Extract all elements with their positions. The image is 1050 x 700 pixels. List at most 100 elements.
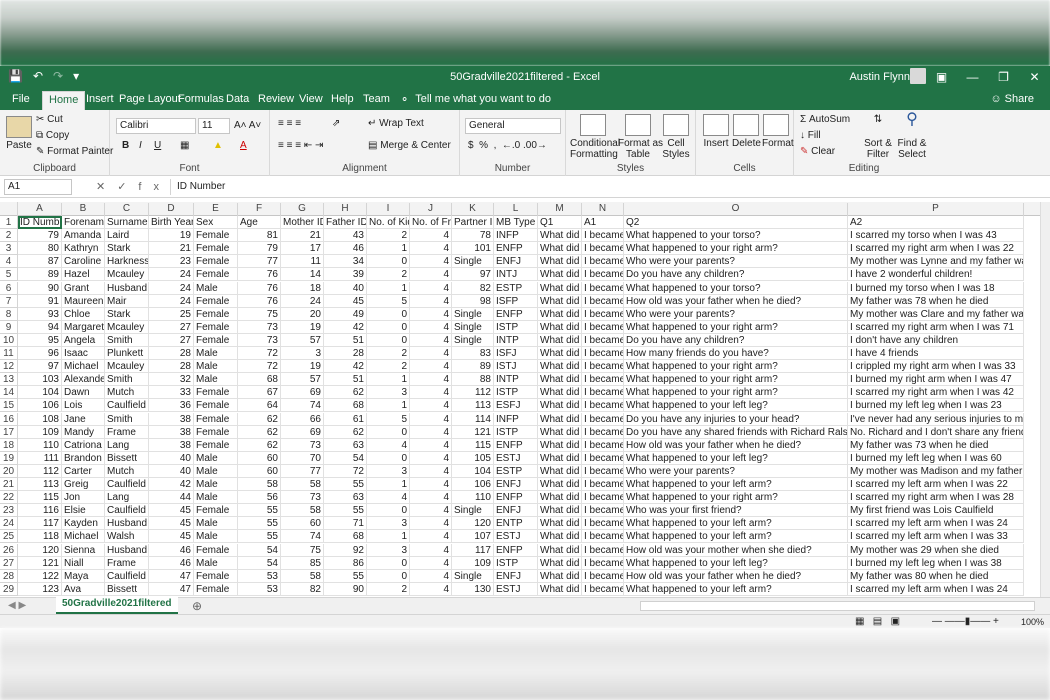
row-header[interactable]: 17 <box>0 425 18 439</box>
cell[interactable]: Jane <box>62 412 105 426</box>
fill-button[interactable]: ↓ Fill <box>800 130 821 141</box>
cell[interactable]: What happened to your right arm? <box>624 360 848 374</box>
cell[interactable]: ENFP <box>494 543 538 557</box>
cell[interactable]: 87 <box>18 255 62 269</box>
cell[interactable]: Birth Year <box>149 216 194 229</box>
row-header[interactable]: 16 <box>0 412 18 426</box>
cell[interactable]: Q1 <box>538 216 582 229</box>
cell[interactable]: 81 <box>238 229 281 243</box>
cell[interactable]: 117 <box>452 543 494 557</box>
cell[interactable]: I burned my torso when I was 18 <box>848 281 1024 295</box>
cell[interactable]: 73 <box>281 491 324 505</box>
cell[interactable]: Male <box>194 464 238 478</box>
cell[interactable]: 55 <box>324 504 367 518</box>
cell[interactable]: I scarred my right arm when I was 42 <box>848 386 1024 400</box>
add-sheet-icon[interactable]: ⊕ <box>192 599 202 613</box>
cell[interactable]: 120 <box>18 543 62 557</box>
column-header-l[interactable]: L <box>494 203 538 216</box>
cell[interactable]: Harkness <box>105 255 149 269</box>
cell[interactable]: 67 <box>238 386 281 400</box>
cell[interactable]: Bissett <box>105 451 149 465</box>
cell[interactable]: 4 <box>410 543 452 557</box>
cell[interactable]: ENFP <box>494 438 538 452</box>
cell[interactable]: I became a <box>582 242 624 256</box>
cell[interactable]: ESFJ <box>494 399 538 413</box>
orientation-icon[interactable]: ⇗ <box>332 118 340 129</box>
cell[interactable]: 115 <box>18 491 62 505</box>
cell[interactable]: 89 <box>18 268 62 282</box>
cell[interactable]: 2 <box>367 229 410 243</box>
sheet-tab[interactable]: 50Gradville2021filtered <box>56 597 178 614</box>
column-header-h[interactable]: H <box>324 203 367 216</box>
cell[interactable]: Father ID <box>324 216 367 229</box>
cell[interactable]: 69 <box>281 386 324 400</box>
cell[interactable]: What happened to your left leg? <box>624 451 848 465</box>
borders-icon[interactable]: ▦ <box>180 140 189 151</box>
cell[interactable]: 105 <box>452 451 494 465</box>
cell[interactable]: 110 <box>452 491 494 505</box>
row-header[interactable]: 13 <box>0 373 18 387</box>
cell[interactable]: 55 <box>324 478 367 491</box>
cell[interactable]: I scarred my right arm when I was 22 <box>848 242 1024 256</box>
cell[interactable]: I became a <box>582 281 624 295</box>
cell[interactable]: What did y <box>538 242 582 256</box>
cell[interactable]: Elsie <box>62 504 105 518</box>
cell[interactable]: 97 <box>18 360 62 374</box>
cell[interactable]: 0 <box>367 255 410 269</box>
copy-button[interactable]: ⧉ Copy <box>36 130 69 141</box>
cell[interactable]: 80 <box>18 242 62 256</box>
row-header[interactable]: 8 <box>0 307 18 321</box>
format-cells-button[interactable]: Format <box>762 114 794 149</box>
cell[interactable]: 3 <box>367 464 410 478</box>
cell[interactable]: I've never had any serious injuries to m… <box>848 412 1024 426</box>
cell[interactable]: Walsh <box>105 530 149 544</box>
cell[interactable]: Frame <box>105 425 149 439</box>
cell[interactable]: What did y <box>538 347 582 360</box>
cell[interactable]: Female <box>194 412 238 426</box>
cell[interactable]: 4 <box>410 386 452 400</box>
cell[interactable]: Male <box>194 556 238 570</box>
formula-input[interactable]: ID Number <box>170 179 1044 195</box>
cell[interactable]: 112 <box>18 464 62 478</box>
cell[interactable]: 44 <box>149 491 194 505</box>
row-header[interactable]: 5 <box>0 268 18 282</box>
cell[interactable]: How old was your father when he died? <box>624 438 848 452</box>
cell[interactable]: A1 <box>582 216 624 229</box>
horizontal-scrollbar[interactable] <box>640 601 1035 611</box>
row-header[interactable]: 19 <box>0 451 18 465</box>
cell[interactable]: 4 <box>410 556 452 570</box>
cell[interactable]: 90 <box>18 281 62 295</box>
cell[interactable]: Female <box>194 569 238 583</box>
cell[interactable]: 74 <box>281 530 324 544</box>
cell[interactable]: What did y <box>538 333 582 347</box>
cell[interactable]: 68 <box>324 399 367 413</box>
cell[interactable]: 39 <box>324 268 367 282</box>
cell[interactable]: My father was 80 when he died <box>848 569 1024 583</box>
row-header[interactable]: 20 <box>0 464 18 478</box>
cell[interactable]: ISFP <box>494 294 538 308</box>
cell[interactable]: Grant <box>62 281 105 295</box>
cell[interactable]: Female <box>194 543 238 557</box>
user-name[interactable]: Austin Flynn <box>849 71 910 83</box>
cell[interactable]: 115 <box>452 438 494 452</box>
cell[interactable]: Mcauley <box>105 360 149 374</box>
cell[interactable]: 123 <box>18 582 62 596</box>
cell[interactable]: 109 <box>18 425 62 439</box>
cell[interactable]: Frame <box>105 556 149 570</box>
cell[interactable]: MB Type <box>494 216 538 229</box>
cell[interactable]: Female <box>194 320 238 334</box>
cell[interactable]: I became a <box>582 543 624 557</box>
cell[interactable]: 25 <box>149 307 194 321</box>
cell[interactable]: What happened to your left leg? <box>624 399 848 413</box>
cell[interactable]: 72 <box>238 347 281 360</box>
cell[interactable]: 73 <box>238 320 281 334</box>
cell[interactable]: 130 <box>452 582 494 596</box>
cell[interactable]: 28 <box>149 347 194 360</box>
cell[interactable]: I became a <box>582 255 624 269</box>
cell[interactable]: 121 <box>452 425 494 439</box>
cell[interactable]: ENFJ <box>494 255 538 269</box>
cell[interactable]: Chloe <box>62 307 105 321</box>
cell[interactable]: INTP <box>494 333 538 347</box>
cell-styles-button[interactable]: Cell Styles <box>660 114 692 160</box>
row-header[interactable]: 25 <box>0 530 18 544</box>
